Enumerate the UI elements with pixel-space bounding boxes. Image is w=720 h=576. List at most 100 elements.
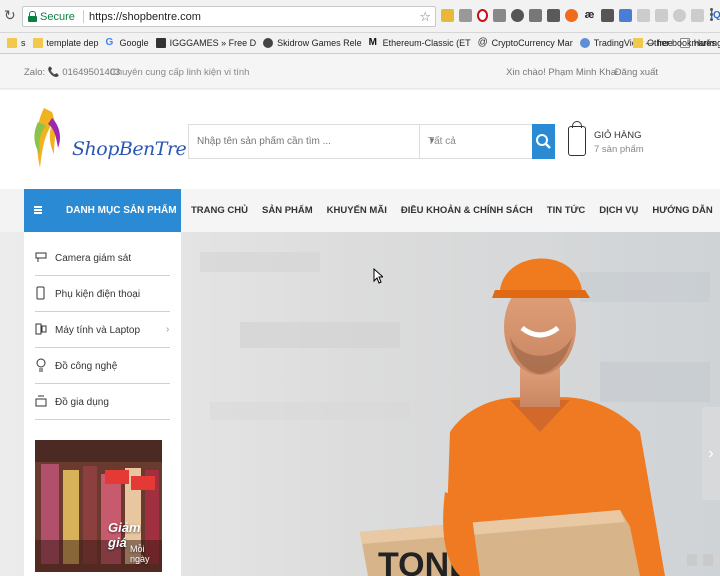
extension-icons: æ IQ IDB	[441, 9, 720, 25]
bookmark-item[interactable]: IGGGAMES » Free D	[155, 38, 257, 48]
site-logo[interactable]: ShopBenTre.Com	[32, 98, 235, 168]
bookmarks-bar: s template dep G Google IGGGAMES » Free D…	[0, 33, 720, 54]
site-slogan: Chuyên cung cấp linh kiện vi tính	[110, 67, 250, 78]
promo-subtitle: Mỗi ngày	[130, 544, 150, 564]
main-navigation: DANH MỤC SẢN PHẨM TRANG CHỦ SẢN PHẨM KHU…	[24, 189, 720, 232]
divider	[35, 419, 170, 420]
category-label: Phụ kiện điện thoại	[55, 289, 141, 300]
folder-icon	[32, 38, 43, 48]
extension-tag-icon[interactable]	[529, 9, 542, 22]
pause-icon	[687, 554, 697, 566]
mouse-cursor-icon	[373, 268, 383, 284]
search-box: Tất cả ▼	[188, 124, 555, 159]
secure-label: Secure	[40, 11, 75, 23]
category-label: Camera giám sát	[55, 253, 132, 264]
extension-copy-icon[interactable]	[691, 9, 704, 22]
browser-toolbar: ↻ Secure https://shopbentre.com ☆ æ IQ I…	[0, 0, 720, 33]
bookmark-label: s	[21, 38, 26, 48]
chevron-right-icon: ›	[166, 324, 170, 335]
reload-icon[interactable]: ↻	[4, 8, 18, 22]
folder-icon	[632, 38, 643, 48]
extension-camera-icon[interactable]	[459, 9, 472, 22]
nav-services[interactable]: DỊCH VỤ	[599, 205, 638, 216]
site-header: ShopBenTre.Com Tất cả ▼ GIỎ HÀNG 7 sản p…	[0, 90, 720, 189]
hamburger-icon	[34, 206, 42, 214]
folder-icon	[7, 38, 17, 48]
other-bookmarks[interactable]: Other bookmarks	[632, 38, 716, 48]
appliance-icon	[35, 395, 47, 407]
bookmark-item[interactable]: template dep	[32, 38, 99, 48]
tradingview-icon	[579, 38, 590, 48]
iggames-icon	[155, 38, 166, 48]
cart-widget[interactable]: GIỎ HÀNG 7 sản phẩm	[568, 121, 698, 164]
category-item-tech[interactable]: Đồ công nghệ	[24, 348, 181, 384]
extension-page-icon[interactable]	[637, 9, 650, 22]
chevron-down-icon: ▼	[428, 136, 436, 145]
extension-ae-icon[interactable]: æ	[583, 9, 596, 22]
category-sidebar: Camera giám sát Phụ kiện điện thoại Máy …	[24, 232, 181, 576]
category-label: Máy tính và Laptop	[55, 325, 141, 336]
user-greeting[interactable]: Xin chào! Phạm Minh Kha	[506, 67, 616, 78]
m-icon: M	[368, 37, 377, 48]
bookmark-label: Skidrow Games Rele	[277, 38, 362, 48]
site-top-bar: Zalo: 📞 01649501403 Chuyên cung cấp linh…	[0, 55, 720, 89]
nav-terms[interactable]: ĐIỀU KHOẢN & CHÍNH SÁCH	[401, 205, 533, 216]
bookmark-item[interactable]: Skidrow Games Rele	[263, 38, 362, 48]
nav-home[interactable]: TRANG CHỦ	[191, 205, 248, 216]
nav-guide[interactable]: HƯỚNG DẪN	[652, 205, 712, 216]
search-icon	[536, 134, 551, 149]
computer-icon	[35, 323, 47, 335]
slider-next-button[interactable]: ›	[702, 407, 720, 500]
nav-links: TRANG CHỦ SẢN PHẨM KHUYẾN MÃI ĐIỀU KHOẢN…	[181, 189, 713, 232]
category-label: Đồ công nghệ	[55, 361, 118, 372]
search-button[interactable]	[532, 124, 555, 159]
promo-banner[interactable]: Giảm giá Mỗi ngày	[35, 440, 162, 572]
chrome-menu-icon[interactable]	[710, 8, 714, 22]
logout-link[interactable]: Đăng xuất	[615, 67, 658, 78]
nav-promotions[interactable]: KHUYẾN MÃI	[327, 205, 387, 216]
search-category-select[interactable]: Tất cả ▼	[419, 125, 532, 158]
extension-blank-icon[interactable]	[655, 9, 668, 22]
bookmark-label: CryptoCurrency Mar	[491, 38, 573, 48]
lock-icon	[28, 11, 37, 22]
category-item-phone-accessories[interactable]: Phụ kiện điện thoại	[24, 276, 181, 312]
camera-icon	[35, 252, 47, 262]
extension-fox-icon[interactable]	[565, 9, 578, 22]
category-menu-button[interactable]: DANH MỤC SẢN PHẨM	[24, 189, 181, 232]
extension-translate-icon[interactable]	[441, 9, 454, 22]
cart-title: GIỎ HÀNG	[594, 130, 642, 141]
phone-icon	[36, 286, 45, 300]
cart-count: 7 sản phẩm	[594, 144, 644, 155]
google-icon: G	[105, 37, 114, 48]
category-label: Đồ gia dụng	[55, 397, 109, 408]
extension-pen-icon[interactable]	[547, 9, 560, 22]
skull-icon	[263, 38, 274, 48]
extension-mask-icon[interactable]	[511, 9, 524, 22]
extension-circle-icon[interactable]	[673, 9, 686, 22]
bookmark-item[interactable]: @ CryptoCurrency Mar	[477, 37, 573, 49]
search-input[interactable]	[189, 125, 419, 158]
extension-bug-icon[interactable]	[601, 9, 614, 22]
opera-icon[interactable]	[477, 9, 488, 22]
slider-pause-button[interactable]	[682, 548, 718, 572]
category-item-computers[interactable]: Máy tính và Laptop ›	[24, 312, 181, 348]
bookmark-item[interactable]: M Ethereum-Classic (ET	[368, 37, 471, 49]
nav-products[interactable]: SẢN PHẨM	[262, 205, 313, 216]
bulb-icon	[36, 358, 46, 372]
bookmark-item[interactable]: G Google	[105, 37, 149, 49]
address-bar[interactable]: Secure https://shopbentre.com ☆	[22, 6, 436, 27]
url-text[interactable]: https://shopbentre.com	[89, 11, 201, 23]
extension-gear-icon[interactable]	[493, 9, 506, 22]
nav-news[interactable]: TIN TỨC	[547, 205, 586, 216]
at-icon: @	[477, 37, 488, 48]
category-item-appliances[interactable]: Đồ gia dụng	[24, 384, 181, 420]
category-item-camera[interactable]: Camera giám sát	[24, 240, 181, 276]
bookmark-label: IGGGAMES » Free D	[169, 38, 257, 48]
bookmark-label: Google	[119, 38, 149, 48]
bookmark-label: Ethereum-Classic (ET	[382, 38, 471, 48]
zalo-phone[interactable]: Zalo: 📞 01649501403	[24, 67, 120, 78]
bookmark-item[interactable]: s	[7, 38, 26, 48]
category-menu-label: DANH MỤC SẢN PHẨM	[66, 205, 177, 216]
bookmark-star-icon[interactable]: ☆	[419, 9, 431, 25]
extension-docs-icon[interactable]	[619, 9, 632, 22]
